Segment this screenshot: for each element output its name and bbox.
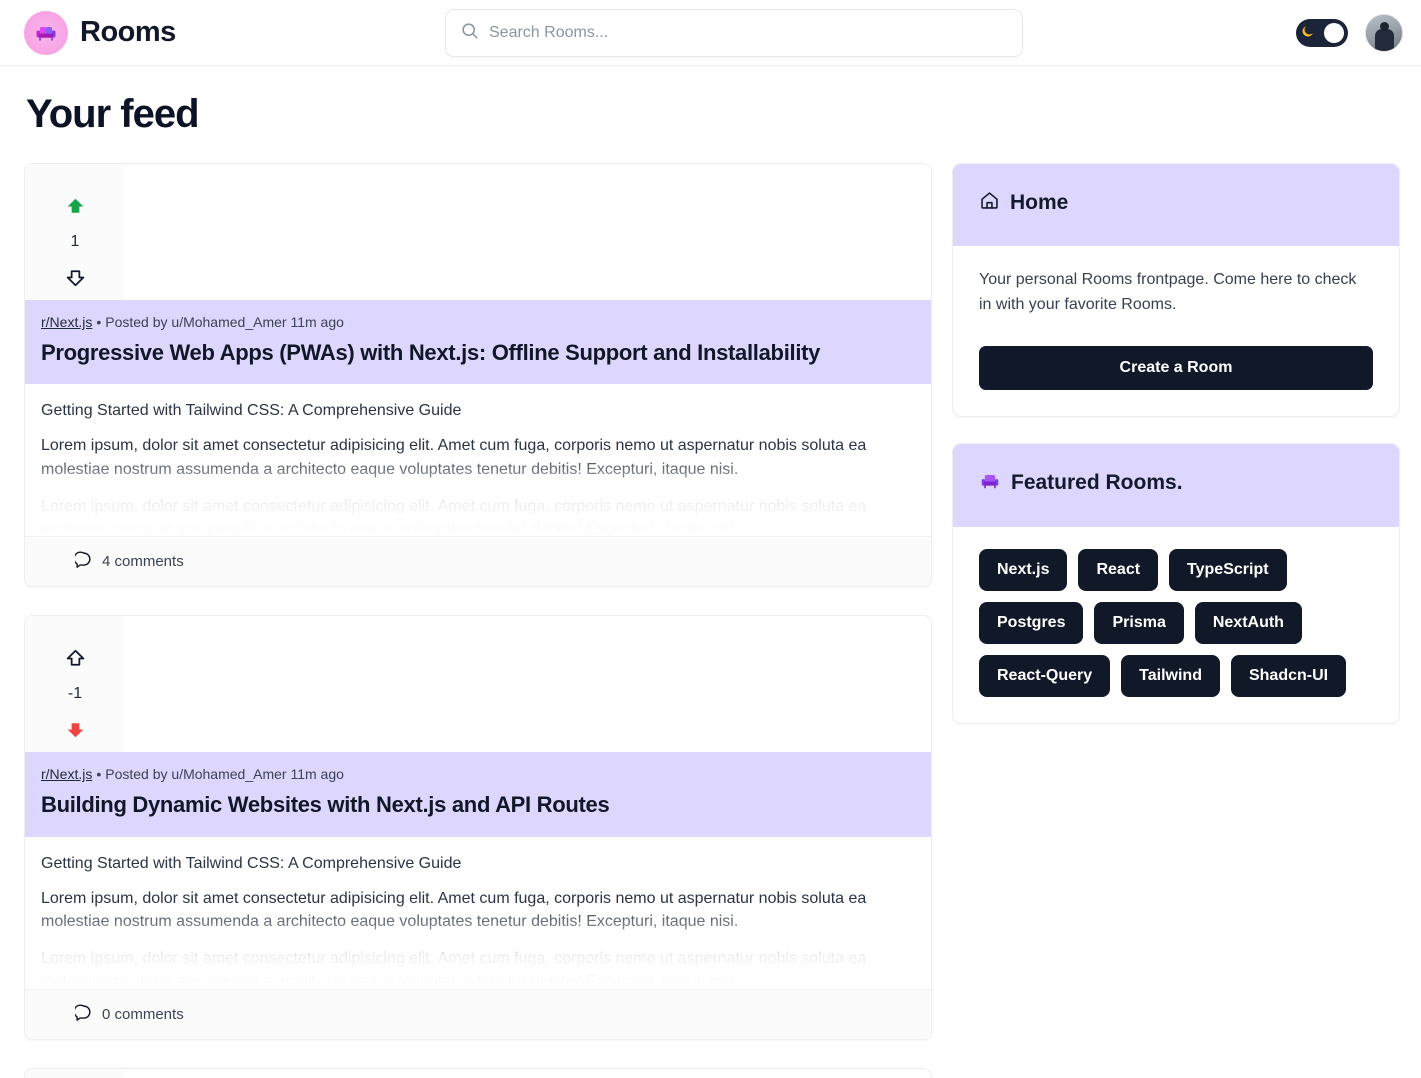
vote-column: 0 (25, 1068, 125, 1078)
room-tag-list: Next.js React TypeScript Postgres Prisma… (979, 548, 1373, 697)
room-tag[interactable]: React-Query (979, 654, 1111, 697)
post-subreddit-link[interactable]: r/Next.js (41, 314, 92, 330)
comment-icon (73, 1004, 92, 1025)
app-header: Rooms (0, 0, 1421, 66)
page-title: Your feed (26, 92, 200, 136)
post-body: Getting Started with Tailwind CSS: A Com… (25, 837, 931, 989)
vote-count: 1 (70, 233, 80, 250)
post-feed: 1 r/Next.js • Posted by u/Mohamed_Amer 11m… (24, 163, 932, 1078)
post-header: r/Next.js • Posted by u/Mohamed_Amer 11m a… (25, 752, 931, 837)
post-meta: r/Next.js • Posted by u/Mohamed_Amer 11m a… (41, 314, 915, 330)
post-paragraph: Lorem ipsum, dolor sit amet consectetur … (41, 950, 867, 989)
room-tag[interactable]: Tailwind (1121, 654, 1220, 697)
upvote-button[interactable] (63, 194, 88, 219)
room-tag[interactable]: Prisma (1094, 601, 1184, 644)
post-paragraph: Lorem ipsum, dolor sit amet consectetur … (41, 889, 867, 930)
search-bar[interactable] (445, 9, 1023, 57)
room-tag[interactable]: TypeScript (1169, 548, 1287, 591)
post-comments-button[interactable]: 4 comments (25, 536, 931, 587)
upvote-button[interactable] (63, 646, 88, 671)
post-lead: Getting Started with Tailwind CSS: A Com… (41, 402, 462, 420)
header-actions (1296, 13, 1403, 52)
downvote-button[interactable] (63, 717, 88, 742)
create-room-button[interactable]: Create a Room (979, 345, 1373, 390)
post-title[interactable]: Progressive Web Apps (PWAs) with Next.js… (41, 340, 915, 366)
main-layout: 1 r/Next.js • Posted by u/Mohamed_Amer 11m… (24, 163, 1400, 1078)
vote-column: 1 (25, 164, 125, 300)
search-box[interactable] (445, 9, 1023, 57)
home-card: Home Your personal Rooms frontpage. Come… (952, 163, 1400, 417)
post-body: Getting Started with Tailwind CSS: A Com… (25, 384, 931, 537)
brand[interactable]: Rooms (24, 10, 176, 55)
home-icon (979, 190, 1000, 216)
vote-count: -1 (67, 685, 83, 703)
post-meta-separator: • (96, 766, 102, 783)
featured-rooms-header: Featured Rooms. (953, 443, 1399, 527)
home-card-header: Home (953, 164, 1399, 246)
post-main: r/Next.js • Posted by u/Mohamed_Amer 11m a… (25, 752, 931, 989)
room-tag[interactable]: Shadcn-UI (1230, 654, 1347, 697)
post-header: r/Next.js • Posted by u/Mohamed_Amer 11m a… (25, 300, 931, 385)
avatar[interactable] (1365, 13, 1403, 52)
featured-rooms-title: Featured Rooms. (1011, 471, 1183, 495)
page-content: Your feed 1 r/Next.js • Posted by u/Moha… (0, 66, 1421, 1078)
comment-icon (73, 551, 92, 572)
room-tag[interactable]: Next.js (979, 548, 1068, 591)
post-main: r/Next.js • Posted by u/Mohamed_Amer 11m a… (25, 300, 931, 537)
vote-column: -1 (25, 616, 125, 753)
theme-toggle[interactable] (1296, 18, 1348, 47)
search-icon (460, 21, 479, 45)
post-card[interactable]: 1 r/Next.js • Posted by u/Mohamed_Amer 11m… (24, 163, 932, 588)
post-lead: Getting Started with Tailwind CSS: A Com… (41, 854, 462, 872)
home-card-description: Your personal Rooms frontpage. Come here… (979, 271, 1357, 313)
sidebar: Home Your personal Rooms frontpage. Come… (952, 163, 1400, 750)
toggle-knob (1324, 22, 1344, 43)
home-card-body: Your personal Rooms frontpage. Come here… (953, 246, 1399, 416)
armchair-icon (979, 470, 1001, 497)
room-tag[interactable]: React (1078, 548, 1159, 591)
search-input[interactable] (489, 24, 1008, 42)
comment-count-label: 4 comments (102, 553, 184, 571)
post-title[interactable]: Building Dynamic Websites with Next.js a… (41, 792, 915, 818)
featured-rooms-body: Next.js React TypeScript Postgres Prisma… (953, 527, 1399, 723)
post-author-time: Posted by u/Mohamed_Amer 11m ago (105, 766, 344, 783)
post-subreddit-link[interactable]: r/Next.js (41, 766, 92, 782)
post-card[interactable]: 0 r/Next.js•Posted by u/Mohamed_Amer 11m… (24, 1067, 932, 1078)
post-paragraph: Lorem ipsum, dolor sit amet consectetur … (41, 437, 867, 478)
post-meta: r/Next.js • Posted by u/Mohamed_Amer 11m a… (41, 766, 915, 782)
post-paragraph: Lorem ipsum, dolor sit amet consectetur … (41, 497, 867, 537)
post-author-time: Posted by u/Mohamed_Amer 11m ago (105, 314, 344, 330)
downvote-button[interactable] (63, 265, 88, 290)
comment-count-label: 0 comments (102, 1005, 184, 1023)
post-meta-separator: • (96, 314, 102, 330)
room-tag[interactable]: NextAuth (1194, 601, 1302, 644)
post-card[interactable]: -1 r/Next.js • Posted by u/Mohamed_Amer 11… (24, 615, 932, 1040)
room-tag[interactable]: Postgres (979, 601, 1084, 644)
brand-title: Rooms (80, 16, 176, 48)
home-card-title: Home (1010, 191, 1069, 214)
couch-icon (24, 10, 68, 55)
post-comments-button[interactable]: 0 comments (25, 988, 931, 1039)
moon-icon (1300, 24, 1315, 42)
featured-rooms-card: Featured Rooms. Next.js React TypeScript… (952, 442, 1400, 724)
